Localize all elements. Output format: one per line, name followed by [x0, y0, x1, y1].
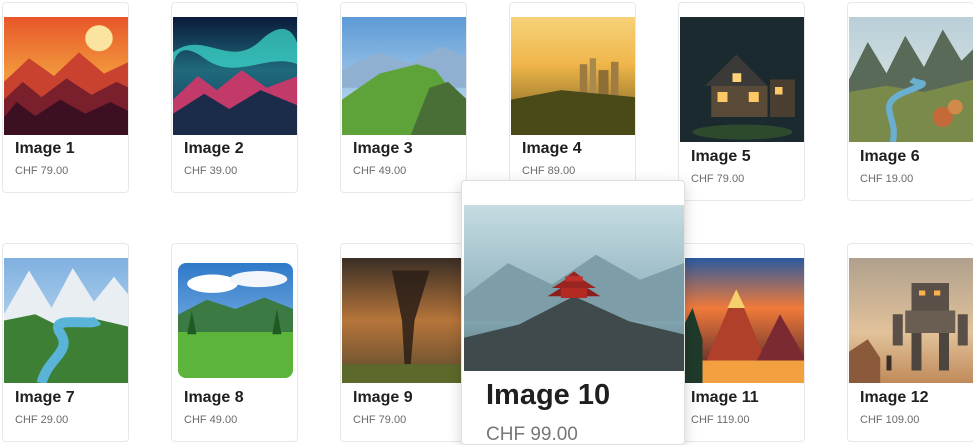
product-card-2[interactable]: Image 2 CHF 39.00: [171, 2, 298, 193]
product-price: CHF 39.00: [184, 165, 238, 177]
product-card-3[interactable]: Image 3 CHF 49.00: [340, 2, 467, 193]
product-title[interactable]: Image 1: [15, 140, 75, 158]
product-title[interactable]: Image 4: [522, 140, 582, 158]
product-title[interactable]: Image 10: [486, 379, 610, 412]
aurora-mountains-image: [173, 17, 297, 135]
product-title[interactable]: Image 7: [15, 389, 75, 407]
product-price: CHF 79.00: [691, 173, 745, 185]
meadow-image: [178, 263, 293, 378]
product-card-10[interactable]: Image 10 CHF 99.00: [461, 180, 685, 445]
tornado-image: [342, 258, 466, 383]
product-price: CHF 89.00: [522, 165, 576, 177]
product-card-4[interactable]: Image 4 CHF 89.00: [509, 2, 636, 193]
product-title[interactable]: Image 3: [353, 140, 413, 158]
product-price: CHF 49.00: [353, 165, 407, 177]
product-title[interactable]: Image 2: [184, 140, 244, 158]
product-price: CHF 49.00: [184, 414, 238, 426]
product-card-6[interactable]: Image 6 CHF 19.00: [847, 2, 973, 201]
product-card-9[interactable]: Image 9 CHF 79.00: [340, 243, 467, 442]
product-card-11[interactable]: Image 11 CHF 119.00: [678, 243, 805, 442]
product-price: CHF 119.00: [691, 414, 750, 426]
alpine-lake-image: [4, 258, 128, 383]
product-card-1[interactable]: Image 1 CHF 79.00: [2, 2, 129, 193]
sunset-forest-image: [4, 17, 128, 135]
product-title[interactable]: Image 12: [860, 389, 928, 407]
product-price: CHF 29.00: [15, 414, 69, 426]
product-title[interactable]: Image 11: [691, 389, 759, 407]
house-night-image: [680, 17, 804, 142]
product-card-8[interactable]: Image 8 CHF 49.00: [171, 243, 298, 442]
green-hills-image: [342, 17, 466, 135]
product-price: CHF 19.00: [860, 173, 914, 185]
product-title[interactable]: Image 6: [860, 148, 920, 166]
product-price: CHF 99.00: [486, 424, 578, 445]
product-title[interactable]: Image 8: [184, 389, 244, 407]
product-card-12[interactable]: Image 12 CHF 109.00: [847, 243, 973, 442]
temple-mountain-image: [464, 205, 684, 371]
product-title[interactable]: Image 9: [353, 389, 413, 407]
robot-desert-image: [849, 258, 973, 383]
river-valley-image: [849, 17, 973, 142]
city-sunrise-image: [511, 17, 635, 135]
product-price: CHF 79.00: [15, 165, 69, 177]
product-price: CHF 79.00: [353, 414, 407, 426]
product-price: CHF 109.00: [860, 414, 920, 426]
product-title[interactable]: Image 5: [691, 148, 751, 166]
product-card-7[interactable]: Image 7 CHF 29.00: [2, 243, 129, 442]
product-card-5[interactable]: Image 5 CHF 79.00: [678, 2, 805, 201]
volcano-sunset-image: [680, 258, 804, 383]
